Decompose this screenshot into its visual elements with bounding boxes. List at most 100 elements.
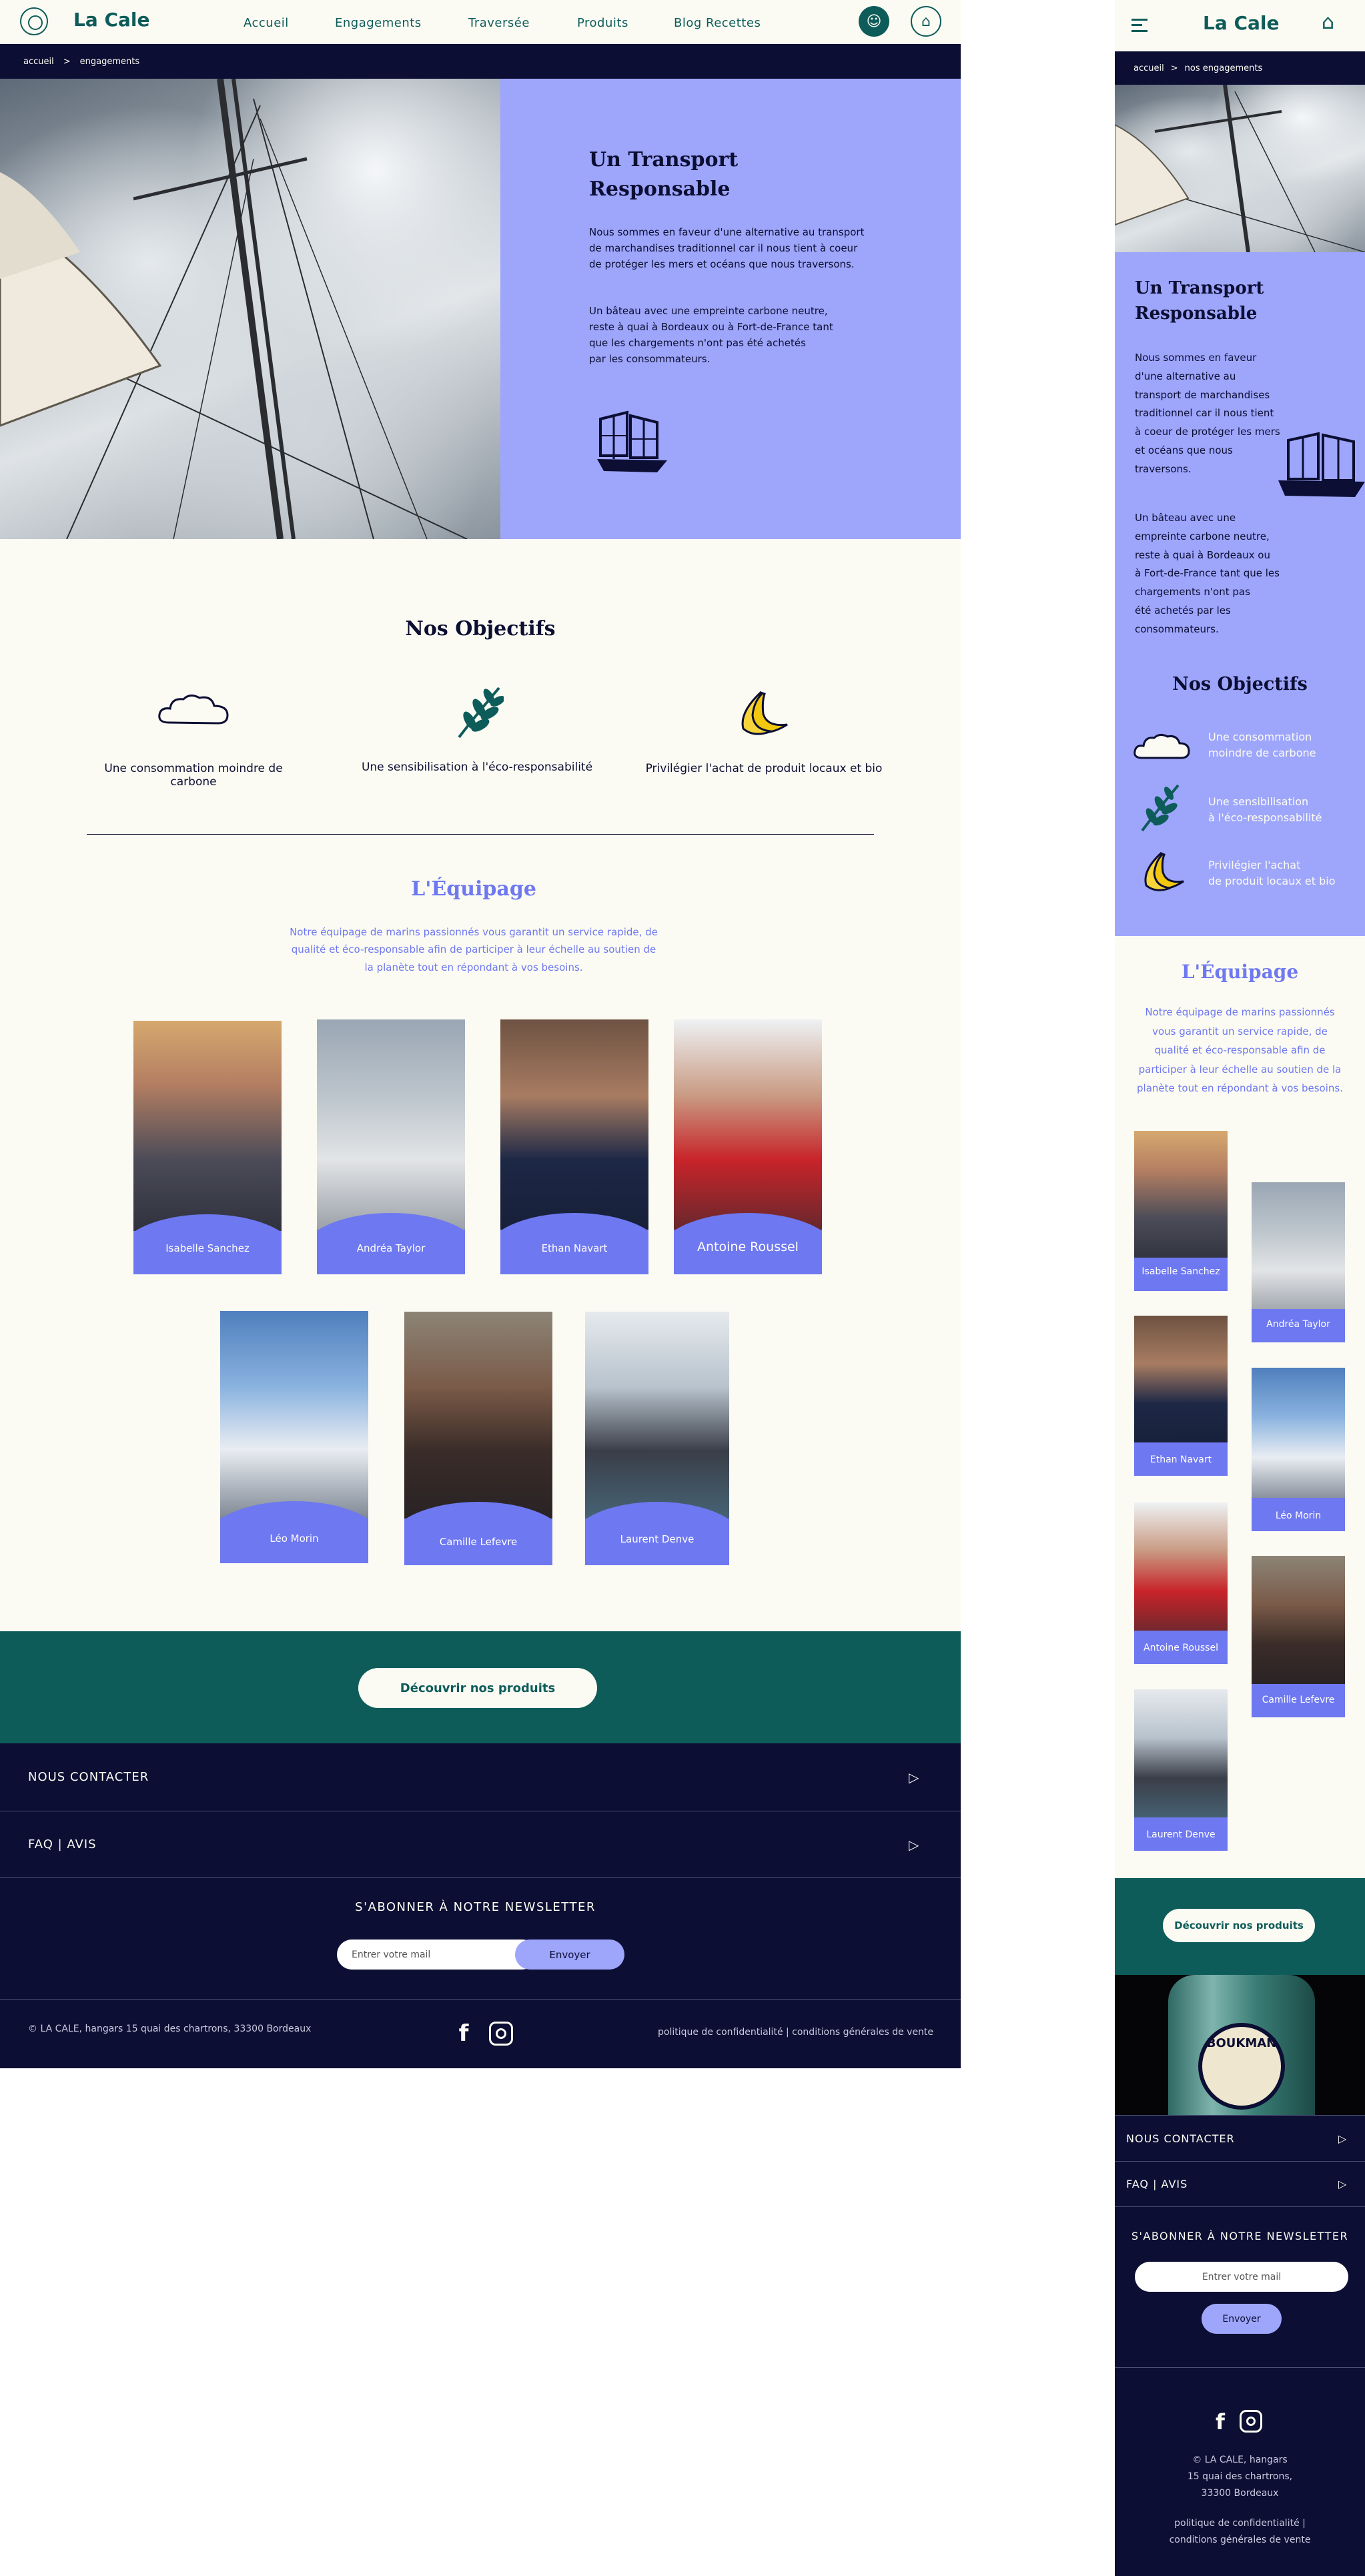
newsletter-email-input[interactable]: Entrer votre mail — [337, 1940, 537, 1970]
contact-accordion[interactable]: NOUS CONTACTER ▷ — [0, 1743, 961, 1811]
mobile-card-isabelle[interactable]: Isabelle Sanchez — [1134, 1131, 1228, 1291]
mobile-footer-legal-links[interactable]: politique de confidentialité | conditions… — [1115, 2515, 1365, 2549]
mobile-objective-carbon: Une consommation moindre de carbone — [1208, 731, 1316, 759]
expand-icon[interactable]: ▷ — [909, 1837, 919, 1853]
nav-engagements[interactable]: Engagements — [335, 16, 422, 30]
mobile-basket-icon[interactable]: ⌂ — [1322, 11, 1334, 34]
breadcrumb: accueil > engagements — [0, 44, 961, 79]
ship-icon — [597, 410, 667, 472]
breadcrumb-current: engagements — [79, 56, 140, 67]
team-card-antoine[interactable]: Antoine Roussel — [674, 1019, 822, 1274]
mobile-team-description: Notre équipage de marins passionnés vous … — [1137, 1006, 1343, 1094]
basket-icon[interactable]: ⌂ — [911, 6, 941, 37]
mast-drawing — [0, 79, 468, 539]
mobile-product-photo: BOUKMAN — [1115, 1975, 1365, 2115]
instagram-icon[interactable] — [489, 2022, 513, 2046]
member-name: Antoine Roussel — [1144, 1643, 1218, 1653]
team-card-isabelle[interactable]: Isabelle Sanchez — [133, 1021, 282, 1274]
mobile-objective-local: Privilégier l'achat de produit locaux et … — [1208, 859, 1336, 887]
mobile-cta-band: Découvrir nos produits — [1115, 1878, 1365, 1975]
footer-legal-links[interactable]: politique de confidentialité | condition… — [658, 2027, 933, 2038]
mobile-instagram-icon[interactable] — [1240, 2410, 1262, 2433]
bottle-label: BOUKMAN — [1198, 2023, 1285, 2110]
newsletter-send-button[interactable]: Envoyer — [515, 1940, 624, 1970]
mobile-brand-name[interactable]: La Cale — [1203, 12, 1280, 34]
mobile-newsletter-send-button[interactable]: Envoyer — [1202, 2304, 1282, 2334]
mobile-card-ethan[interactable]: Ethan Navart — [1134, 1316, 1228, 1476]
objective-local-label: Privilégier l'achat de produit locaux et… — [645, 762, 883, 775]
member-name: Camille Lefevre — [439, 1536, 518, 1548]
account-icon[interactable]: ☺ — [859, 6, 889, 37]
mobile-faq-accordion[interactable]: FAQ | AVIS ▷ — [1115, 2162, 1365, 2207]
member-name: Ethan Navart — [1150, 1454, 1212, 1465]
member-name: Isabelle Sanchez — [165, 1242, 250, 1254]
section-divider — [87, 834, 874, 835]
mobile-hero-paragraph-2: Un bâteau avec une empreinte carbone neut… — [1135, 512, 1280, 635]
mobile-team-title: L'Équipage — [1181, 961, 1299, 983]
expand-icon[interactable]: ▷ — [1338, 2132, 1347, 2145]
mobile-newsletter-title: S'ABONNER À NOTRE NEWSLETTER — [1131, 2230, 1349, 2242]
member-name: Léo Morin — [1275, 1511, 1322, 1521]
mobile-objective-awareness: Une sensibilisation à l'éco-responsabilit… — [1208, 795, 1322, 824]
leaf-icon — [458, 687, 504, 739]
member-name: Andréa Taylor — [356, 1242, 426, 1254]
mobile-card-antoine[interactable]: Antoine Roussel — [1134, 1502, 1228, 1664]
expand-icon[interactable]: ▷ — [909, 1769, 919, 1785]
discover-products-button[interactable]: Découvrir nos produits — [358, 1668, 597, 1708]
objectives-title: Nos Objectifs — [405, 617, 556, 640]
objective-awareness-label: Une sensibilisation à l'éco-responsabili… — [361, 761, 593, 774]
member-name: Léo Morin — [270, 1533, 319, 1545]
mobile-contact-accordion[interactable]: NOUS CONTACTER ▷ — [1115, 2115, 1365, 2162]
hero-text-panel: Un Transport Responsable Nous sommes en f… — [500, 79, 961, 539]
cloud-icon — [158, 695, 229, 725]
mobile-newsletter-email-input[interactable]: Entrer votre mail — [1135, 2262, 1348, 2292]
mobile-breadcrumb: accueil > nos engagements — [1115, 51, 1365, 85]
footer-address: © LA CALE, hangars 15 quai des chartrons… — [28, 2024, 312, 2034]
mobile-objectives-title: Nos Objectifs — [1172, 674, 1308, 695]
team-description: Notre équipage de marins passionnés vous… — [290, 926, 658, 973]
mobile-card-camille[interactable]: Camille Lefevre — [1252, 1556, 1345, 1717]
nav-blog-recettes[interactable]: Blog Recettes — [674, 16, 761, 30]
breadcrumb-current: nos engagements — [1184, 63, 1263, 73]
nav-produits[interactable]: Produits — [577, 16, 628, 30]
faq-accordion[interactable]: FAQ | AVIS ▷ — [0, 1811, 961, 1878]
team-card-leo[interactable]: Léo Morin — [220, 1311, 368, 1563]
team-card-camille[interactable]: Camille Lefevre — [404, 1312, 552, 1565]
brand-name[interactable]: La Cale — [73, 9, 150, 31]
nav-accueil[interactable]: Accueil — [244, 16, 289, 30]
expand-icon[interactable]: ▷ — [1338, 2178, 1347, 2190]
mobile-hero-panel: Un Transport Responsable Nous sommes en f… — [1115, 252, 1365, 936]
team-card-laurent[interactable]: Laurent Denve — [585, 1312, 729, 1565]
banana-icon — [741, 691, 788, 735]
hero-paragraph-2: Un bâteau avec une empreinte carbone neu… — [589, 305, 833, 365]
mobile-cloud-icon — [1133, 733, 1190, 759]
logo-icon[interactable] — [20, 7, 48, 35]
member-name: Antoine Roussel — [697, 1240, 799, 1254]
facebook-icon[interactable]: f — [450, 2020, 477, 2047]
team-card-andrea[interactable]: Andréa Taylor — [317, 1019, 465, 1274]
mobile-discover-products-button[interactable]: Découvrir nos produits — [1163, 1909, 1315, 1942]
member-name: Ethan Navart — [541, 1242, 608, 1254]
mobile-hero-title: Un Transport Responsable — [1135, 278, 1264, 324]
mobile-facebook-icon[interactable]: f — [1207, 2409, 1234, 2435]
member-name: Isabelle Sanchez — [1142, 1266, 1220, 1277]
breadcrumb-home[interactable]: accueil — [1133, 63, 1164, 73]
hero-title: Un Transport Responsable — [589, 148, 739, 201]
menu-icon[interactable] — [1131, 19, 1148, 32]
mobile-hero-paragraph-1: Nous sommes en faveur d'une alternative a… — [1135, 352, 1280, 475]
mobile-header: La Cale ⌂ — [1115, 0, 1365, 51]
team-title: L'Équipage — [411, 877, 536, 901]
breadcrumb-home[interactable]: accueil — [23, 57, 54, 67]
mobile-card-leo[interactable]: Léo Morin — [1252, 1368, 1345, 1531]
mobile-footer-address: © LA CALE, hangars 15 quai des chartrons,… — [1187, 2455, 1293, 2499]
nav-traversee[interactable]: Traversée — [468, 16, 530, 30]
objective-carbon-label: Une consommation moindre de carbone — [104, 762, 283, 789]
mobile-card-laurent[interactable]: Laurent Denve — [1134, 1689, 1228, 1851]
member-name: Laurent Denve — [1146, 1829, 1216, 1840]
team-card-ethan[interactable]: Ethan Navart — [500, 1019, 648, 1274]
member-name: Laurent Denve — [620, 1533, 695, 1545]
mobile-card-andrea[interactable]: Andréa Taylor — [1252, 1182, 1345, 1342]
member-name: Camille Lefevre — [1262, 1695, 1335, 1705]
mobile-banana-icon — [1144, 851, 1184, 891]
desktop-header: La Cale Accueil Engagements Traversée Pr… — [0, 0, 961, 44]
